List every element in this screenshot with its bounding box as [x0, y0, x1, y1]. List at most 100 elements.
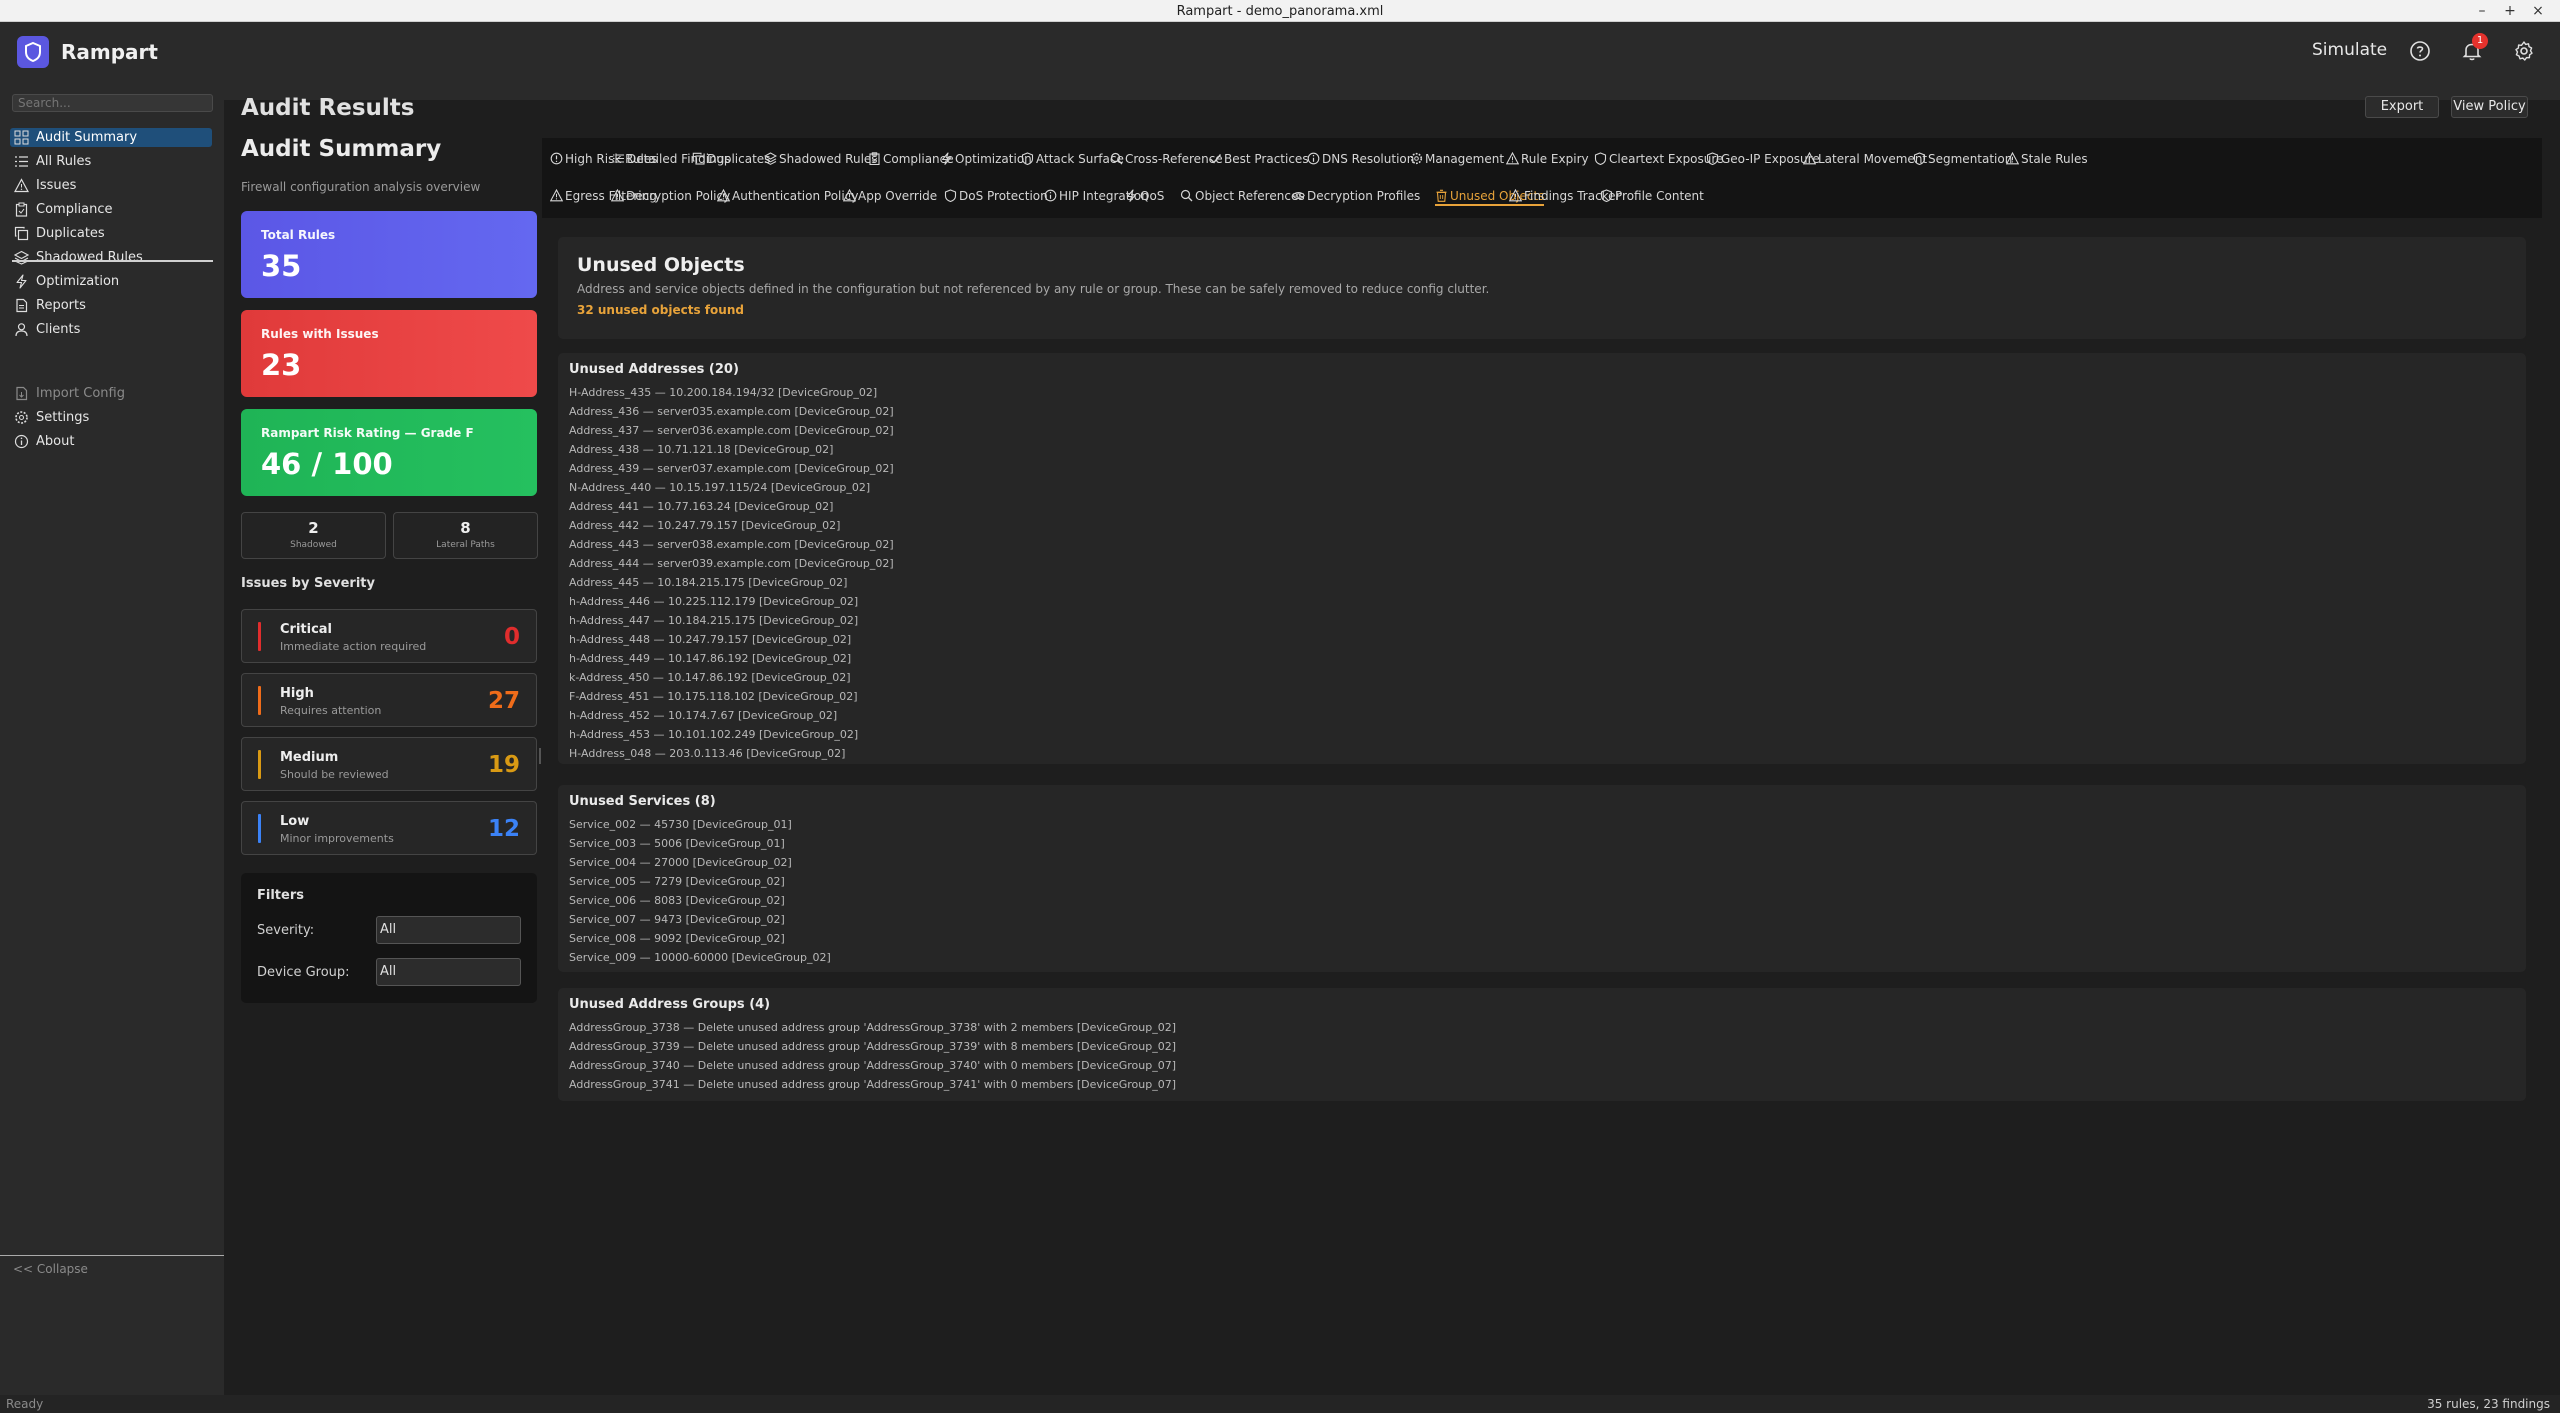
- maximize-button[interactable]: +: [2496, 0, 2524, 22]
- sidebar-item-audit-summary[interactable]: Audit Summary: [10, 128, 212, 147]
- tab-label: Authentication Policy: [732, 189, 859, 203]
- import-icon: [16, 386, 28, 401]
- sidebar-item-label: All Rules: [36, 154, 92, 169]
- summary-title: Audit Summary: [241, 136, 442, 162]
- tab-label: Lateral Movement: [1818, 152, 1928, 166]
- alert-circle-icon: [550, 152, 563, 165]
- unused-objects-header-panel: Unused Objects Address and service objec…: [558, 237, 2526, 339]
- unused-address-row: Address_436 — server035.example.com [Dev…: [569, 405, 894, 418]
- warning-icon: [2005, 151, 2020, 165]
- sidebar-item-settings[interactable]: Settings: [10, 408, 212, 427]
- risk-rating-label: Rampart Risk Rating — Grade F: [261, 426, 474, 440]
- severity-filter-select[interactable]: All: [376, 916, 521, 944]
- sidebar-bottom-divider: [0, 1255, 224, 1256]
- help-button[interactable]: [2408, 39, 2432, 63]
- severity-critical-card[interactable]: Critical Immediate action required 0: [241, 609, 537, 663]
- severity-name: Critical: [280, 622, 333, 637]
- sidebar-item-compliance[interactable]: Compliance: [10, 200, 212, 219]
- tab-decryption-profiles[interactable]: Decryption Profiles: [1292, 186, 1420, 206]
- tab-label: Decryption Profiles: [1307, 189, 1421, 203]
- severity-count: 12: [487, 816, 520, 842]
- sidebar-item-label: Issues: [36, 178, 77, 193]
- tab-label: Best Practices: [1224, 152, 1309, 166]
- unused-service-row: Service_006 — 8083 [DeviceGroup_02]: [569, 894, 785, 907]
- severity-bar: [258, 814, 261, 843]
- close-window-button[interactable]: ×: [2524, 0, 2552, 22]
- export-button[interactable]: Export: [2365, 96, 2439, 118]
- collapse-sidebar-button[interactable]: << Collapse: [13, 1262, 88, 1276]
- shield-icon: [1706, 152, 1719, 166]
- tab-optimization[interactable]: Optimization: [940, 149, 1032, 169]
- tab-cleartext-exposure[interactable]: Cleartext Exposure: [1594, 149, 1723, 169]
- copy-icon: [14, 226, 29, 241]
- severity-low-card[interactable]: Low Minor improvements 12: [241, 801, 537, 855]
- simulate-button[interactable]: Simulate: [2312, 40, 2387, 60]
- tab-label: Rule Expiry: [1521, 152, 1589, 166]
- tab-dns-resolution[interactable]: DNS Resolution: [1307, 149, 1414, 169]
- sidebar-item-shadowed-rules[interactable]: Shadowed Rules: [10, 248, 212, 267]
- sidebar-item-all-rules[interactable]: All Rules: [10, 152, 212, 171]
- unused-address-group-row: AddressGroup_3741 — Delete unused addres…: [569, 1078, 1177, 1091]
- tab-best-practices[interactable]: Best Practices: [1209, 149, 1309, 169]
- unused-address-group-row: AddressGroup_3739 — Delete unused addres…: [569, 1040, 1177, 1053]
- tab-qos[interactable]: QoS: [1125, 186, 1164, 206]
- severity-high-card[interactable]: High Requires attention 27: [241, 673, 537, 727]
- sidebar-item-issues[interactable]: Issues: [10, 176, 212, 195]
- tab-attack-surface[interactable]: Attack Surface: [1021, 149, 1124, 169]
- unused-service-row: Service_003 — 5006 [DeviceGroup_01]: [569, 837, 785, 850]
- tab-object-references[interactable]: Object References: [1180, 186, 1305, 206]
- sidebar-item-import-config[interactable]: Import Config: [10, 384, 212, 403]
- panel-splitter-handle[interactable]: [539, 748, 541, 764]
- unused-address-row: k-Address_450 — 10.147.86.192 [DeviceGro…: [569, 671, 851, 684]
- rules-with-issues-label: Rules with Issues: [261, 327, 379, 341]
- unused-address-row: h-Address_452 — 10.174.7.67 [DeviceGroup…: [569, 709, 838, 722]
- sidebar-item-duplicates[interactable]: Duplicates: [10, 224, 212, 243]
- tab-rule-expiry[interactable]: Rule Expiry: [1505, 149, 1589, 169]
- unused-address-row: Address_444 — server039.example.com [Dev…: [569, 557, 894, 570]
- tab-management[interactable]: Management: [1410, 149, 1504, 169]
- sidebar-item-label: Compliance: [36, 202, 113, 217]
- tab-shadowed-rules[interactable]: Shadowed Rules: [763, 149, 878, 169]
- severity-description: Immediate action required: [280, 640, 427, 653]
- tab-lateral-movement[interactable]: Lateral Movement: [1802, 149, 1928, 169]
- sidebar-item-clients[interactable]: Clients: [10, 320, 212, 339]
- severity-bar: [258, 750, 261, 779]
- severity-heading: Issues by Severity: [241, 576, 375, 591]
- sidebar-divider: [12, 260, 213, 262]
- risk-rating-card: Rampart Risk Rating — Grade F 46 / 100: [241, 409, 537, 496]
- tab-cross-reference[interactable]: Cross-Reference: [1110, 149, 1223, 169]
- sidebar-item-reports[interactable]: Reports: [10, 296, 212, 315]
- settings-button[interactable]: [2512, 39, 2536, 63]
- unused-service-row: Service_008 — 9092 [DeviceGroup_02]: [569, 932, 785, 945]
- device-group-filter-select[interactable]: All: [376, 958, 521, 986]
- tab-duplicates[interactable]: Duplicates: [692, 149, 770, 169]
- minimize-button[interactable]: –: [2468, 0, 2496, 22]
- shield-icon: [944, 189, 957, 203]
- severity-medium-card[interactable]: Medium Should be reviewed 19: [241, 737, 537, 791]
- unused-addresses-title: Unused Addresses (20): [569, 362, 739, 377]
- unused-objects-count: 32 unused objects found: [577, 303, 744, 317]
- tab-authentication-policy[interactable]: Authentication Policy: [716, 186, 859, 206]
- bolt-icon: [16, 274, 27, 289]
- lateral-paths-stat: 8 Lateral Paths: [393, 512, 538, 559]
- tab-stale-rules[interactable]: Stale Rules: [2005, 149, 2088, 169]
- unused-addresses-panel: Unused Addresses (20) H-Address_435 — 10…: [558, 353, 2526, 764]
- warning-icon: [1508, 188, 1523, 202]
- tab-segmentation[interactable]: Segmentation: [1913, 149, 2012, 169]
- lateral-paths-count: 8: [460, 519, 471, 537]
- tab-dos-protection[interactable]: DoS Protection: [944, 186, 1048, 206]
- sidebar-item-optimization[interactable]: Optimization: [10, 272, 212, 291]
- unused-service-row: Service_002 — 45730 [DeviceGroup_01]: [569, 818, 792, 831]
- tab-label: Object References: [1195, 189, 1305, 203]
- warning-icon: [1802, 151, 1817, 165]
- tab-app-override[interactable]: App Override: [842, 186, 937, 206]
- tab-decryption-policy[interactable]: Decryption Policy: [610, 186, 730, 206]
- sidebar-item-about[interactable]: About: [10, 432, 212, 451]
- unused-address-row: h-Address_446 — 10.225.112.179 [DeviceGr…: [569, 595, 859, 608]
- sidebar-search-input[interactable]: [12, 94, 213, 112]
- unused-address-row: Address_442 — 10.247.79.157 [DeviceGroup…: [569, 519, 841, 532]
- unused-objects-title: Unused Objects: [577, 254, 745, 276]
- view-policy-button[interactable]: View Policy: [2451, 96, 2528, 118]
- tab-profile-content[interactable]: Profile Content: [1600, 186, 1704, 206]
- unused-address-row: Address_441 — 10.77.163.24 [DeviceGroup_…: [569, 500, 834, 513]
